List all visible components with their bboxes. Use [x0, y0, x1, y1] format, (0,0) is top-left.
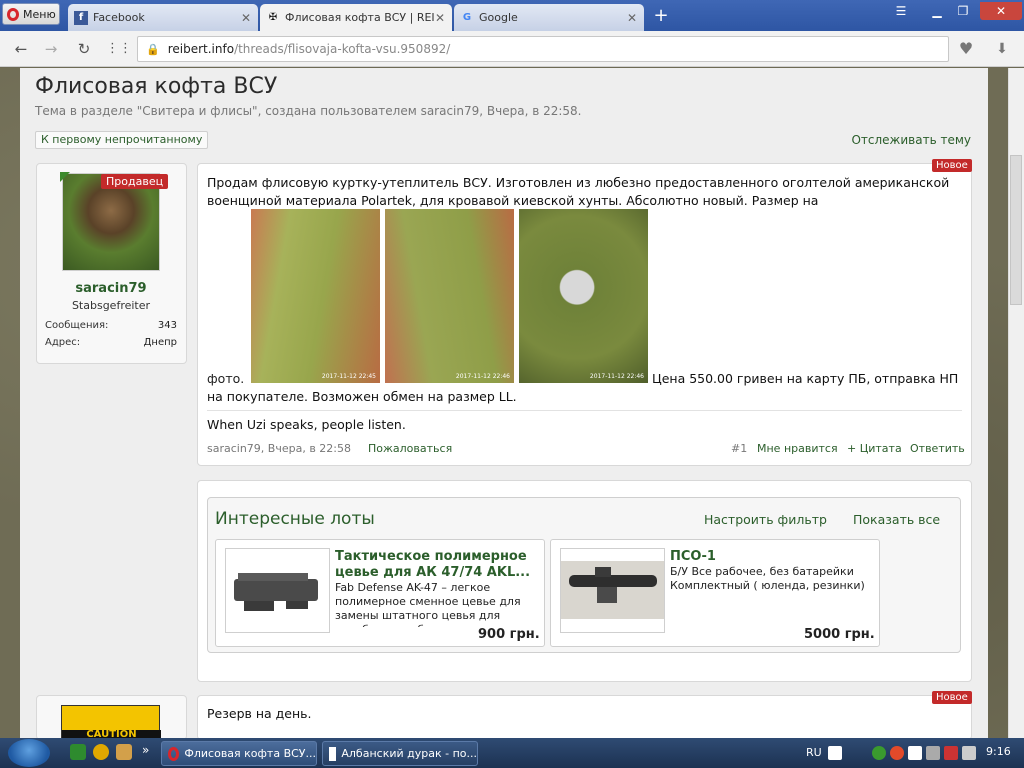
new-badge: Новое: [932, 159, 972, 172]
url-field[interactable]: 🔒 reibert.info/threads/flisovaja-kofta-v…: [137, 36, 949, 62]
taskbar-task-game[interactable]: Албанский дурак - по...: [322, 741, 478, 766]
app-launcher-icon[interactable]: [93, 744, 109, 760]
chrome-icon[interactable]: [890, 746, 904, 760]
start-button-windows-icon[interactable]: [8, 739, 50, 767]
tab-label: Facebook: [93, 11, 145, 24]
utorrent-icon[interactable]: [70, 744, 86, 760]
lots-show-all-link[interactable]: Показать все: [853, 512, 940, 527]
task-label: Албанский дурак - по...: [341, 747, 477, 760]
back-icon[interactable]: ←: [12, 40, 30, 58]
url-domain: reibert.info: [167, 42, 235, 56]
tab-reibert[interactable]: ✠ Флисовая кофта ВСУ | REIBE ✕: [260, 4, 452, 31]
media-player-icon[interactable]: [908, 746, 922, 760]
jacket-label-photo[interactable]: 2017-11-12 22:46: [519, 209, 648, 383]
facebook-icon: f: [74, 10, 88, 25]
opera-menu-button[interactable]: Меню: [2, 3, 60, 25]
lots-filter-link[interactable]: Настроить фильтр: [704, 512, 827, 527]
opera-logo-icon: [7, 7, 19, 21]
reload-icon[interactable]: ↻: [75, 40, 93, 58]
network-icon[interactable]: [944, 746, 958, 760]
language-indicator[interactable]: RU: [806, 746, 822, 759]
report-link[interactable]: Пожаловаться: [368, 442, 452, 455]
tab-label: Флисовая кофта ВСУ | REIBE: [285, 11, 434, 24]
url-path: /threads/flisovaja-kofta-vsu.950892/: [234, 42, 451, 56]
seller-badge: Продавец: [101, 174, 169, 189]
speed-dial-grid-icon[interactable]: ⋮⋮: [106, 40, 132, 58]
menu-label: Меню: [23, 7, 56, 21]
skype-icon[interactable]: [872, 746, 886, 760]
watch-thread-link[interactable]: Отслеживать тему: [851, 133, 971, 147]
post-author-date[interactable]: saracin79, Вчера, в 22:58: [207, 442, 351, 455]
folder-people-icon[interactable]: [116, 744, 132, 760]
cards-icon: [329, 746, 337, 761]
avatar[interactable]: CAUTION: [61, 705, 161, 740]
lot-description: Б/У Все рабочее, без батарейки Комплектн…: [670, 565, 865, 592]
user-rank: Stabsgefreiter: [71, 299, 151, 312]
jacket-photo[interactable]: 2017-11-12 22:45: [251, 209, 380, 383]
windows-taskbar: [0, 738, 1024, 768]
secure-lock-icon: 🔒: [146, 42, 160, 56]
scrollbar-thumb[interactable]: [1010, 155, 1022, 305]
online-marker-icon: [60, 172, 70, 182]
address-label: Адрес:: [45, 337, 81, 348]
opera-logo-icon: [168, 746, 180, 761]
taskbar-expand-icon[interactable]: »: [142, 743, 149, 757]
reply-link[interactable]: Ответить: [910, 442, 965, 455]
address-toolbar: ← → ↻ ⋮⋮ 🔒 reibert.info/threads/flisovaj…: [0, 31, 1024, 67]
tab-google[interactable]: G Google ✕: [454, 4, 644, 31]
lot-image-handguard[interactable]: [225, 548, 330, 633]
lot-description: Fab Defense AK-47 – легкое полимерное см…: [335, 581, 521, 627]
taskbar-task-browser[interactable]: Флисовая кофта ВСУ...: [161, 741, 317, 766]
lot-image-scope[interactable]: [560, 548, 665, 633]
post-body: [197, 695, 972, 740]
post-text: Продам флисовую куртку-утеплитель ВСУ. И…: [207, 175, 954, 208]
minimize-button[interactable]: ▁: [926, 2, 948, 20]
volume-icon[interactable]: [926, 746, 940, 760]
jacket-photo[interactable]: 2017-11-12 22:46: [385, 209, 514, 383]
tray-app-icon[interactable]: [962, 746, 976, 760]
new-tab-button[interactable]: +: [650, 6, 672, 26]
handguard-image: [234, 573, 318, 611]
new-badge: Новое: [932, 691, 972, 704]
google-icon: G: [462, 12, 472, 23]
bookmark-heart-icon[interactable]: ♥: [950, 36, 982, 62]
reibert-cross-icon: ✠: [268, 12, 278, 23]
tab-menu-icon[interactable]: ☰: [890, 2, 912, 20]
lot-title[interactable]: Тактическое полимерное цевье для АК 47/7…: [335, 549, 540, 581]
help-icon[interactable]: [828, 746, 842, 760]
first-unread-button[interactable]: К первому непрочитанному: [35, 131, 209, 149]
like-link[interactable]: Мне нравится: [757, 442, 838, 455]
lot-price: 900 грн.: [478, 627, 540, 642]
quote-link[interactable]: + Цитата: [847, 442, 902, 455]
close-tab-icon[interactable]: ✕: [626, 11, 638, 25]
close-tab-icon[interactable]: ✕: [240, 11, 252, 25]
signature-divider: [207, 410, 962, 411]
task-label: Флисовая кофта ВСУ...: [184, 747, 316, 760]
post-text: Резерв на день.: [207, 706, 312, 721]
messages-label: Сообщения:: [45, 320, 109, 331]
lot-price: 5000 грн.: [804, 627, 875, 642]
scope-image: [561, 561, 664, 619]
forward-icon[interactable]: →: [42, 40, 60, 58]
clock[interactable]: 9:16: [986, 745, 1011, 758]
username[interactable]: saracin79: [36, 281, 186, 296]
tab-facebook[interactable]: f Facebook ✕: [68, 4, 258, 31]
signature: When Uzi speaks, people listen.: [207, 417, 406, 432]
address-value: Днепр: [143, 337, 177, 348]
lot-title[interactable]: ПСО-1: [670, 549, 870, 564]
download-icon[interactable]: ⬇: [990, 36, 1014, 62]
maximize-button[interactable]: ❐: [952, 2, 974, 20]
thread-meta: Тема в разделе "Свитера и флисы", создан…: [35, 104, 582, 118]
close-window-button[interactable]: ✕: [980, 2, 1022, 20]
messages-count[interactable]: 343: [120, 320, 177, 331]
lots-title: Интересные лоты: [215, 509, 375, 529]
tab-label: Google: [479, 11, 518, 24]
post-text-after: Цена 550.00 гривен на карту ПБ, отправка…: [207, 371, 959, 404]
post-number[interactable]: #1: [731, 442, 747, 455]
thread-title: Флисовая кофта ВСУ: [35, 74, 278, 99]
close-tab-icon[interactable]: ✕: [434, 11, 446, 25]
